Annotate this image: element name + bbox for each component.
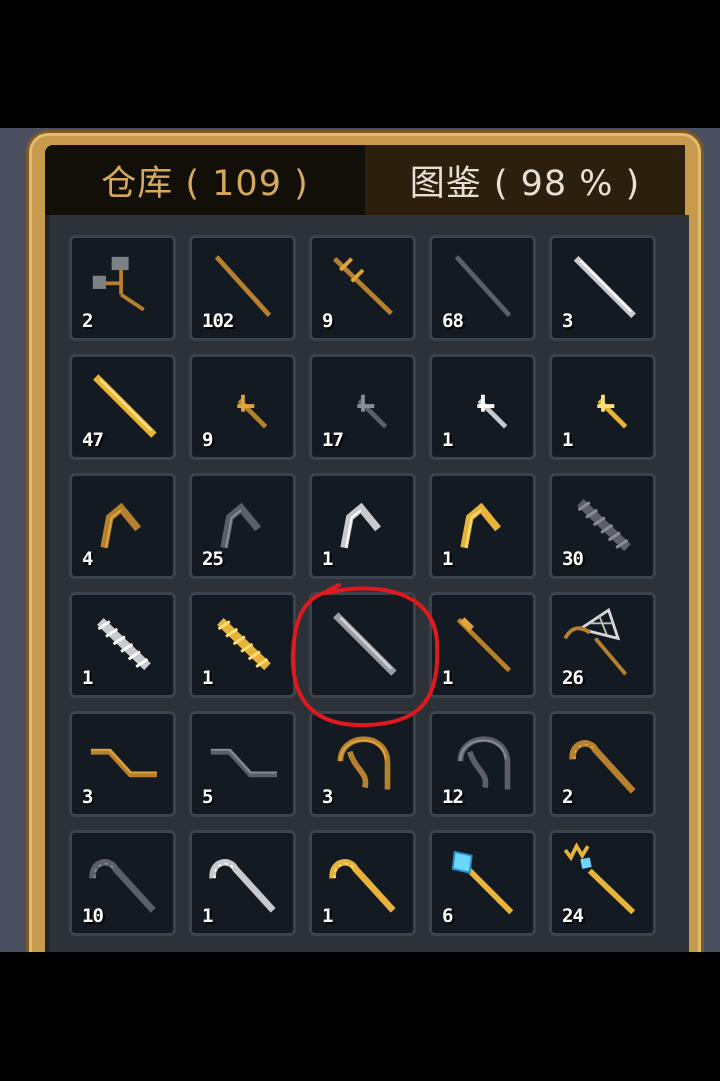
item-count: 24 — [562, 905, 584, 927]
item-count: 12 — [442, 786, 464, 808]
item-count: 2 — [562, 786, 573, 808]
item-count: 3 — [82, 786, 93, 808]
item-slot[interactable]: 17 — [309, 354, 416, 460]
steel-bar-icon — [333, 612, 397, 676]
item-slot[interactable]: 9 — [309, 235, 416, 341]
item-slot[interactable]: 3 — [549, 235, 656, 341]
item-count: 1 — [202, 905, 213, 927]
item-slot[interactable]: 47 — [69, 354, 176, 460]
item-count: 25 — [202, 548, 224, 570]
item-slot[interactable]: 1 — [309, 473, 416, 579]
item-count: 47 — [82, 429, 104, 451]
item-count: 1 — [562, 429, 573, 451]
item-slot[interactable]: 2 — [69, 235, 176, 341]
item-count: 26 — [562, 667, 584, 689]
item-slot[interactable] — [309, 592, 416, 698]
item-count: 3 — [562, 310, 573, 332]
item-slot[interactable]: 5 — [189, 711, 296, 817]
item-count: 68 — [442, 310, 464, 332]
item-slot[interactable]: 1 — [189, 592, 296, 698]
item-count: 1 — [322, 905, 333, 927]
tab-warehouse[interactable]: 仓库 ( 109 ) — [45, 145, 365, 215]
item-count: 5 — [202, 786, 213, 808]
item-count: 30 — [562, 548, 584, 570]
item-count: 3 — [322, 786, 333, 808]
item-count: 10 — [82, 905, 104, 927]
item-grid-frame: 2 102 9 68 3 47 9 17 1 1 4 25 1 1 30 1 1 1 26 3 5 3 12 2 10 1 1 6 24 — [45, 215, 689, 952]
item-slot[interactable]: 2 — [549, 711, 656, 817]
item-count: 9 — [202, 429, 213, 451]
item-count: 9 — [322, 310, 333, 332]
item-count: 2 — [82, 310, 93, 332]
item-count: 1 — [82, 667, 93, 689]
item-slot[interactable]: 6 — [429, 830, 536, 936]
item-slot[interactable]: 30 — [549, 473, 656, 579]
item-count: 6 — [442, 905, 453, 927]
item-slot[interactable]: 1 — [429, 354, 536, 460]
item-slot[interactable]: 4 — [69, 473, 176, 579]
item-count: 1 — [442, 667, 453, 689]
item-grid: 2 102 9 68 3 47 9 17 1 1 4 25 1 1 30 1 1 1 26 3 5 3 12 2 10 1 1 6 24 — [69, 235, 669, 952]
item-slot[interactable]: 1 — [429, 592, 536, 698]
item-slot[interactable]: 1 — [549, 354, 656, 460]
item-count: 1 — [442, 429, 453, 451]
tab-bar: 仓库 ( 109 ) 图鉴 ( 98 % ) — [45, 145, 685, 215]
item-slot[interactable]: 68 — [429, 235, 536, 341]
item-slot[interactable]: 3 — [69, 711, 176, 817]
item-count: 1 — [202, 667, 213, 689]
item-count: 4 — [82, 548, 93, 570]
item-slot[interactable]: 10 — [69, 830, 176, 936]
item-slot[interactable]: 9 — [189, 354, 296, 460]
item-count: 17 — [322, 429, 344, 451]
item-slot[interactable]: 26 — [549, 592, 656, 698]
item-count: 1 — [442, 548, 453, 570]
item-slot[interactable]: 1 — [429, 473, 536, 579]
item-slot[interactable]: 3 — [309, 711, 416, 817]
item-slot[interactable]: 1 — [69, 592, 176, 698]
item-count: 102 — [202, 310, 234, 332]
game-screen: 仓库 ( 109 ) 图鉴 ( 98 % ) 2 102 9 68 3 47 9 17 1 1 4 2… — [0, 128, 720, 952]
item-slot[interactable]: 25 — [189, 473, 296, 579]
item-slot[interactable]: 12 — [429, 711, 536, 817]
item-slot[interactable]: 102 — [189, 235, 296, 341]
item-slot[interactable]: 24 — [549, 830, 656, 936]
tab-collection[interactable]: 图鉴 ( 98 % ) — [365, 145, 685, 215]
item-slot[interactable]: 1 — [189, 830, 296, 936]
item-count: 1 — [322, 548, 333, 570]
item-slot[interactable]: 1 — [309, 830, 416, 936]
inventory-panel: 仓库 ( 109 ) 图鉴 ( 98 % ) 2 102 9 68 3 47 9 17 1 1 4 2… — [26, 130, 704, 952]
